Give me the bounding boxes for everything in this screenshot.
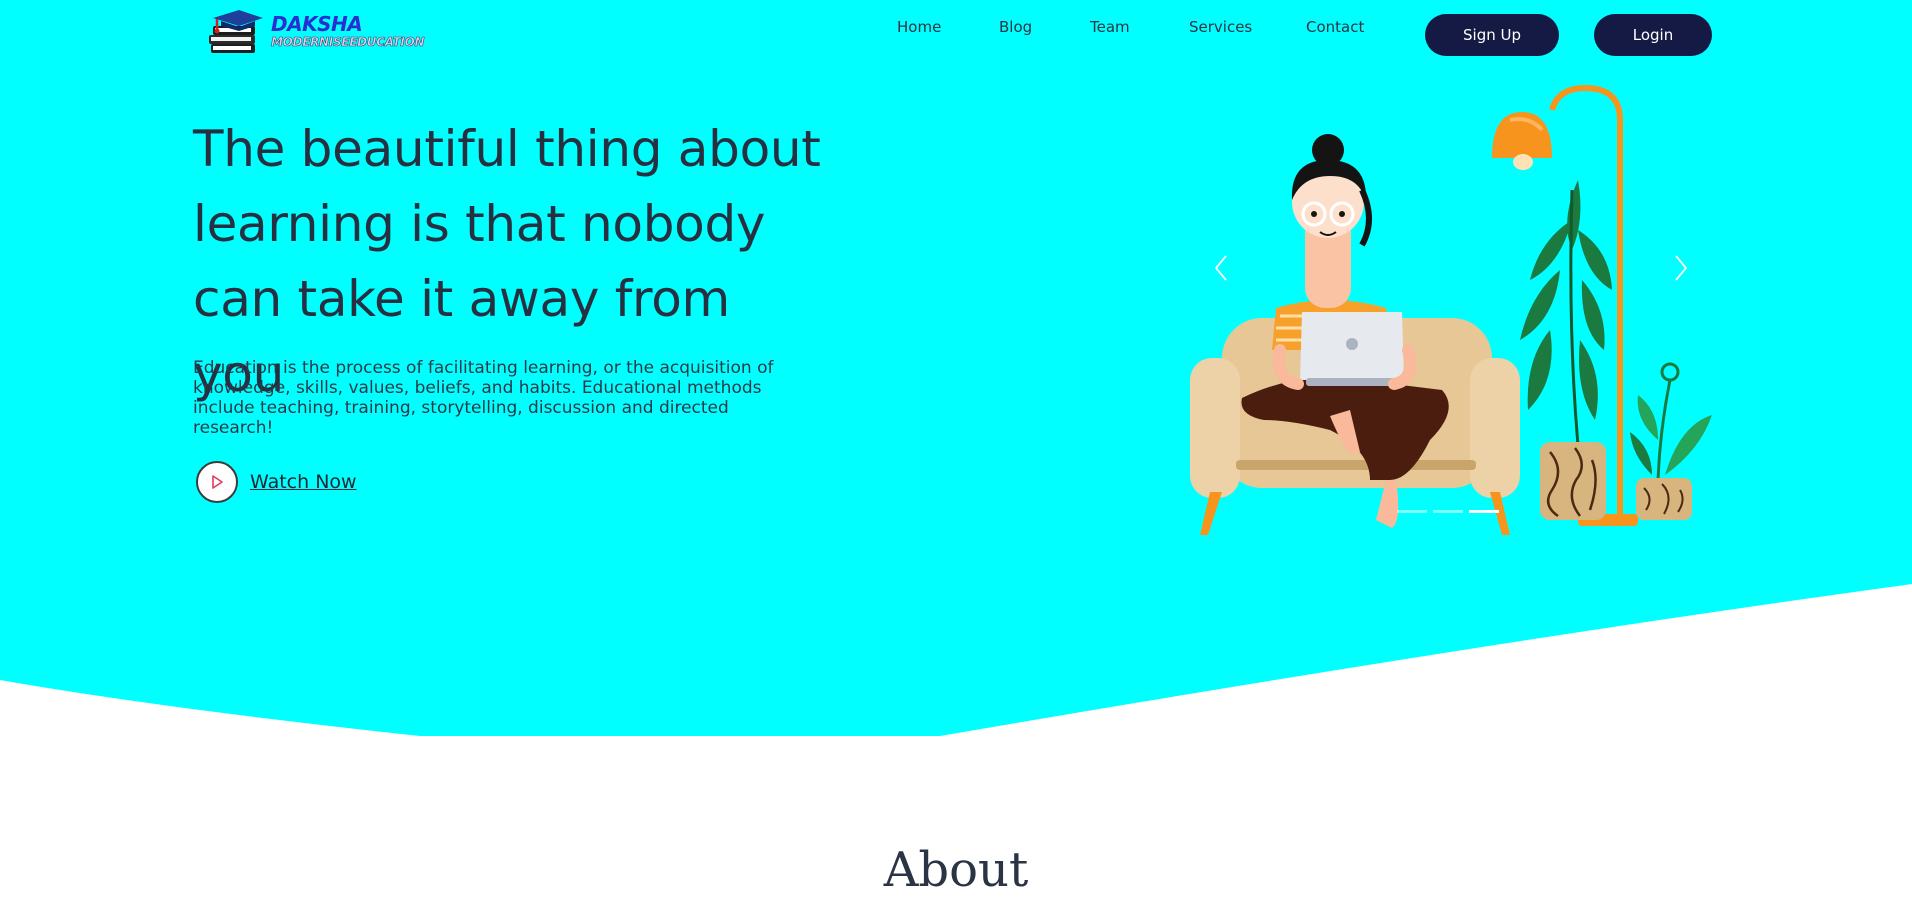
about-heading: About [883, 842, 1029, 898]
chevron-right-icon [1675, 255, 1688, 281]
carousel-indicator-2[interactable] [1433, 510, 1463, 513]
hero-illustration [1190, 84, 1712, 535]
carousel-next-button[interactable] [1668, 252, 1692, 284]
sign-up-button[interactable]: Sign Up [1425, 14, 1559, 56]
carousel-indicators [1397, 510, 1499, 513]
nav-item-home[interactable]: Home [897, 18, 941, 36]
watch-now-label[interactable]: Watch Now [250, 471, 357, 493]
nav-item-services[interactable]: Services [1189, 18, 1252, 36]
nav-item-contact[interactable]: Contact [1306, 18, 1364, 36]
chevron-left-icon [1214, 255, 1227, 281]
login-button[interactable]: Login [1594, 14, 1712, 56]
hero-description: Education is the process of facilitating… [193, 358, 774, 438]
carousel-indicator-1[interactable] [1397, 510, 1427, 513]
play-button[interactable] [196, 461, 238, 503]
play-icon [212, 475, 223, 489]
watch-now-link[interactable]: Watch Now [196, 461, 357, 503]
nav-item-team[interactable]: Team [1090, 18, 1130, 36]
carousel-indicator-3[interactable] [1469, 510, 1499, 513]
hero-section: DAKSHA MODERNISEEDUCATION Home Blog Team… [0, 0, 1912, 740]
nav-item-blog[interactable]: Blog [999, 18, 1032, 36]
carousel-prev-button[interactable] [1210, 252, 1234, 284]
